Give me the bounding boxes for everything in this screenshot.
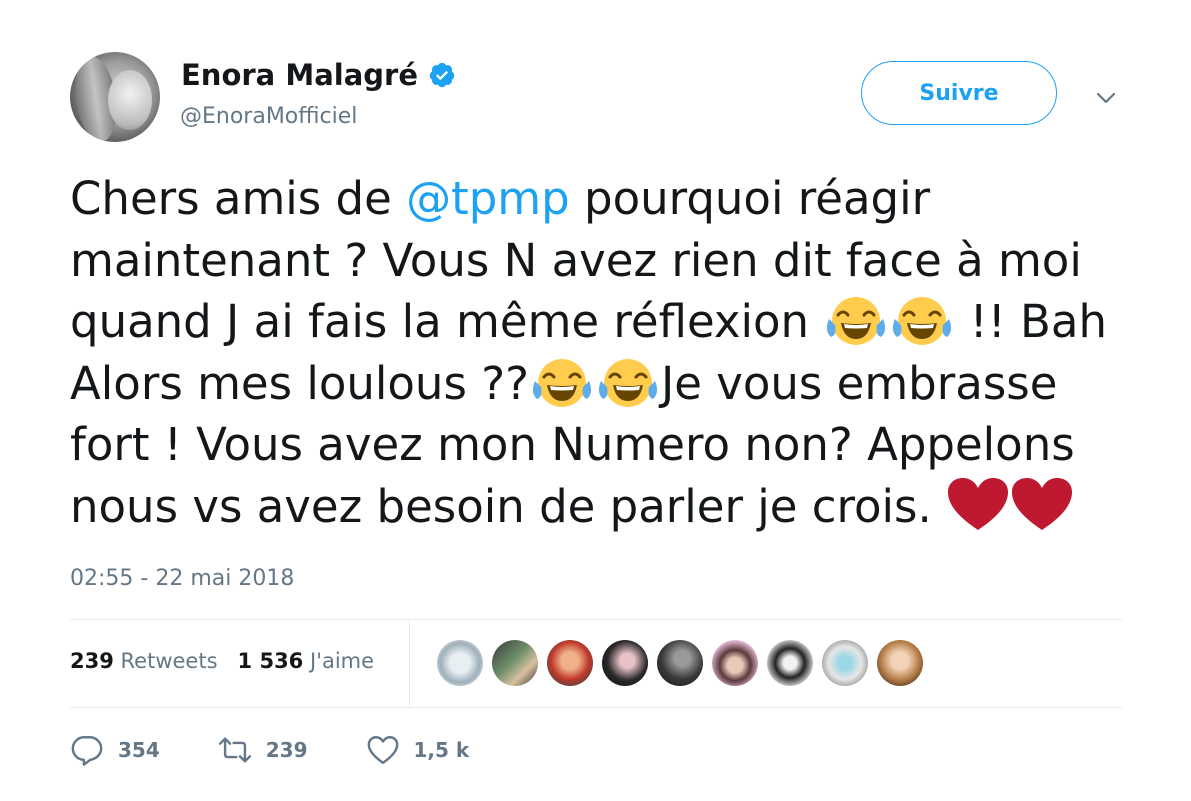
retweets-stat[interactable]: 239 Retweets	[70, 649, 218, 673]
liker-avatar[interactable]	[712, 640, 758, 686]
liker-avatars	[437, 640, 923, 686]
display-name[interactable]: Enora Malagré	[181, 58, 456, 92]
tweet-line: maintenant ? Vous N avez rien dit face à…	[70, 233, 1082, 287]
tweet-line: Chers amis de @tpmp pourquoi réagir	[70, 172, 931, 225]
tears-of-joy-emoji-icon	[529, 357, 595, 409]
like-button[interactable]: 1,5 k	[366, 733, 470, 767]
liker-avatar[interactable]	[547, 640, 593, 686]
tweet-stats: 239 Retweets 1 536 J'aime	[70, 649, 374, 673]
like-count: 1,5 k	[413, 738, 470, 762]
liker-avatar[interactable]	[877, 640, 923, 686]
tweet-line: quand J ai fais la même réflexion !! Bah	[70, 295, 1107, 348]
divider	[70, 619, 1122, 620]
retweet-count: 239	[265, 738, 308, 762]
tears-of-joy-emoji-icon	[823, 295, 889, 347]
tweet-actions: 354 239 1,5 k	[70, 733, 527, 767]
red-heart-emoji-icon	[1010, 476, 1074, 532]
liker-avatar[interactable]	[657, 640, 703, 686]
vertical-divider	[409, 620, 410, 708]
liker-avatar[interactable]	[602, 640, 648, 686]
likes-stat[interactable]: 1 536 J'aime	[238, 649, 375, 673]
user-avatar[interactable]	[70, 52, 160, 142]
tears-of-joy-emoji-pair	[823, 295, 955, 348]
follow-button[interactable]: Suivre	[861, 61, 1057, 125]
mention-link[interactable]: @tpmp	[406, 172, 570, 225]
liker-avatar[interactable]	[767, 640, 813, 686]
liker-avatar[interactable]	[492, 640, 538, 686]
retweet-button[interactable]: 239	[218, 733, 308, 767]
verified-badge-icon	[429, 62, 455, 88]
liker-avatar[interactable]	[437, 640, 483, 686]
tweet-text: Chers amis de @tpmp pourquoi réagir main…	[70, 168, 1130, 537]
divider	[70, 707, 1122, 708]
reply-icon	[71, 736, 103, 766]
reply-count: 354	[118, 738, 160, 762]
tweet-line: nous vs avez besoin de parler je crois.	[70, 476, 1130, 538]
liker-avatar[interactable]	[822, 640, 868, 686]
user-handle[interactable]: @EnoraMofficiel	[180, 104, 357, 129]
retweet-icon	[218, 737, 251, 763]
display-name-text: Enora Malagré	[181, 58, 419, 92]
chevron-down-icon[interactable]	[1094, 86, 1118, 110]
tweet-line: fort ! Vous avez mon Numero non? Appelon…	[70, 418, 1075, 471]
tears-of-joy-emoji-icon	[889, 295, 955, 347]
tears-of-joy-emoji-icon	[595, 357, 661, 409]
tweet-timestamp[interactable]: 02:55 - 22 mai 2018	[70, 566, 294, 591]
tweet-line: Alors mes loulous ?? Je vous embrasse	[70, 356, 1058, 410]
red-heart-emoji-icon	[946, 476, 1010, 532]
heart-icon	[367, 736, 398, 764]
reply-button[interactable]: 354	[70, 733, 160, 767]
